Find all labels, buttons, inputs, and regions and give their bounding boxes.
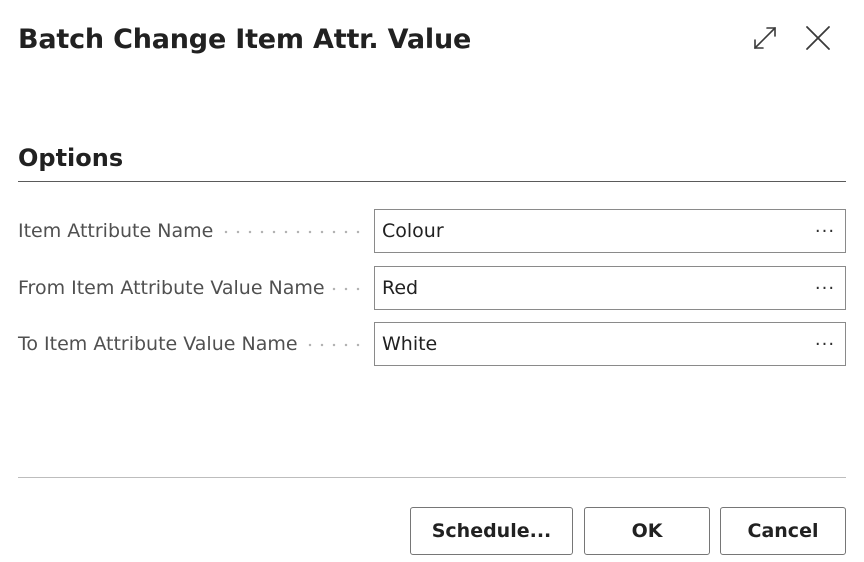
close-button[interactable] bbox=[802, 22, 834, 54]
dialog-title: Batch Change Item Attr. Value bbox=[18, 24, 472, 55]
lookup-ellipsis-icon[interactable]: ··· bbox=[805, 210, 845, 252]
options-section-title[interactable]: Options bbox=[18, 142, 123, 174]
section-divider bbox=[18, 181, 846, 182]
ok-button[interactable]: OK bbox=[584, 507, 710, 555]
from-value-name-input[interactable]: Red ··· bbox=[374, 266, 846, 310]
lookup-ellipsis-icon[interactable]: ··· bbox=[805, 267, 845, 309]
footer-divider bbox=[18, 477, 846, 478]
field-value: Colour bbox=[382, 220, 444, 242]
label-leader-dots bbox=[220, 230, 362, 234]
item-attribute-name-input[interactable]: Colour ··· bbox=[374, 209, 846, 253]
field-item-attribute-name: Item Attribute Name Colour ··· bbox=[18, 209, 846, 253]
batch-change-dialog: Batch Change Item Attr. Value Options It… bbox=[0, 0, 864, 562]
close-icon bbox=[806, 26, 830, 50]
field-value: Red bbox=[382, 277, 419, 299]
label-leader-dots bbox=[304, 343, 362, 347]
cancel-button[interactable]: Cancel bbox=[720, 507, 846, 555]
field-value: White bbox=[382, 333, 438, 355]
field-label: From Item Attribute Value Name bbox=[18, 277, 325, 299]
to-value-name-input[interactable]: White ··· bbox=[374, 322, 846, 366]
expand-icon bbox=[754, 27, 776, 49]
field-from-value-name: From Item Attribute Value Name Red ··· bbox=[18, 266, 846, 310]
field-label: To Item Attribute Value Name bbox=[18, 333, 298, 355]
field-to-value-name: To Item Attribute Value Name White ··· bbox=[18, 322, 846, 366]
field-label: Item Attribute Name bbox=[18, 220, 214, 242]
schedule-button[interactable]: Schedule... bbox=[410, 507, 573, 555]
lookup-ellipsis-icon[interactable]: ··· bbox=[805, 323, 845, 365]
expand-button[interactable] bbox=[749, 22, 781, 54]
label-leader-dots bbox=[328, 287, 362, 291]
